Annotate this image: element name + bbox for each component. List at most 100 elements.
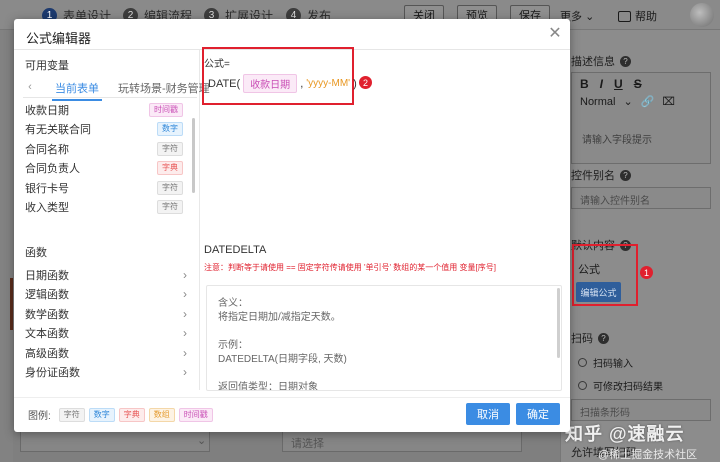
edit-formula-button[interactable]: 编辑公式 xyxy=(576,282,621,302)
variable-name: 银行卡号 xyxy=(25,182,69,195)
tab-finance-scene[interactable]: 玩转场景-财务管理 xyxy=(118,80,210,96)
link-icon[interactable]: 🔗 xyxy=(641,95,655,108)
question-icon: ? xyxy=(620,55,631,67)
editor-toolbar-row2: Normal ⌄ 🔗 ⌧ xyxy=(580,95,675,109)
option-label: 可修改扫码结果 xyxy=(593,382,663,393)
bold-button[interactable]: B xyxy=(580,77,589,91)
chevron-down-icon: ⌄ xyxy=(585,11,595,23)
variable-item[interactable]: 有无关联合同 数字 xyxy=(25,120,193,140)
function-category-label: 日期函数 xyxy=(25,269,69,282)
function-category-label: 文本函数 xyxy=(25,328,69,341)
legend-tag: 字符 xyxy=(58,407,85,422)
doc-line: 含义： xyxy=(218,298,248,309)
function-category-label: 高级函数 xyxy=(25,347,69,360)
radio-icon xyxy=(578,358,587,367)
type-tag: 字符 xyxy=(157,180,183,195)
avatar[interactable] xyxy=(690,3,714,27)
legend-label: 图例: xyxy=(28,411,51,422)
doc-line: DATEDELTA(日期字段, 天数) xyxy=(218,354,347,365)
watermark-sub: @稀土掘金技术社区 xyxy=(598,449,698,461)
type-tag: 时间戳 xyxy=(149,102,183,117)
radio-icon xyxy=(578,381,587,390)
editor-placeholder: 请输入字段提示 xyxy=(582,135,652,146)
type-tag: 数字 xyxy=(157,122,183,137)
scan-label: 扫码? xyxy=(571,330,609,346)
question-icon: ? xyxy=(620,169,631,181)
doc-warning: 注意：判断等于请使用 == 固定字符传请使用 '单引号' 数组的某一个值用 变量… xyxy=(204,263,496,272)
variable-name: 收入类型 xyxy=(25,202,69,215)
formula-field-chip[interactable]: 收款日期 xyxy=(243,74,298,93)
alias-input[interactable]: 请输入控件别名 xyxy=(571,187,711,209)
variable-name: 合同负责人 xyxy=(25,163,80,176)
formula-expression[interactable]: DATE( 收款日期 , 'yyyy-MM' ) xyxy=(208,74,357,93)
variable-name: 合同名称 xyxy=(25,143,69,156)
legend: 图例: 字符 数字 字典 数组 时间戳 xyxy=(28,407,213,422)
doc-function-name: DATEDELTA xyxy=(204,244,267,256)
formula-close: ) xyxy=(353,77,357,90)
watermark: 知乎 @速融云 xyxy=(565,424,685,444)
scan-input[interactable]: 扫描条形码 xyxy=(571,399,711,421)
scrollbar[interactable] xyxy=(192,118,195,193)
formula-function: DATE( xyxy=(208,77,241,90)
scrollbar[interactable] xyxy=(557,288,560,358)
variable-item[interactable]: 收款日期 时间戳 xyxy=(25,100,193,120)
available-vars-label: 可用变量 xyxy=(25,60,69,72)
label-text: 扫码 xyxy=(571,333,593,345)
help-label: 帮助 xyxy=(635,11,657,23)
clear-format-icon[interactable]: ⌧ xyxy=(662,95,675,108)
function-category-label: 身份证函数 xyxy=(25,367,80,380)
dialog-title: 公式编辑器 xyxy=(26,31,92,46)
label-text: 描述信息 xyxy=(571,56,615,68)
chevron-left-icon[interactable]: ‹ xyxy=(23,78,37,96)
doc-line: 将指定日期加/减指定天数。 xyxy=(218,312,341,323)
scan-input-option[interactable]: 扫码输入 xyxy=(578,355,633,370)
question-icon: ? xyxy=(598,332,609,344)
close-icon[interactable]: ✕ xyxy=(546,24,564,42)
chevron-right-icon: › xyxy=(183,365,187,380)
function-category[interactable]: 文本函数 › xyxy=(25,324,191,344)
cancel-button[interactable]: 取消 xyxy=(466,403,510,425)
scan-edit-option[interactable]: 可修改扫码结果 xyxy=(578,378,663,393)
function-list: 日期函数 › 逻辑函数 › 数学函数 › 文本函数 › 高级函数 › 身份证函数 › xyxy=(25,265,191,382)
underline-button[interactable]: U xyxy=(614,77,623,91)
doc-line: 示例： xyxy=(218,340,248,351)
desc-label: 描述信息? xyxy=(571,53,631,69)
variable-item[interactable]: 合同负责人 字典 xyxy=(25,159,193,179)
doc-box: 含义： 将指定日期加/减指定天数。 示例： DATEDELTA(日期字段, 天数… xyxy=(206,285,562,391)
help-button[interactable]: 帮助 xyxy=(618,8,657,24)
format-select[interactable]: Normal xyxy=(580,96,615,108)
chevron-right-icon: › xyxy=(183,326,187,341)
function-category[interactable]: 日期函数 › xyxy=(25,265,191,285)
editor-toolbar: B I U S xyxy=(580,77,642,91)
function-category[interactable]: 身份证函数 › xyxy=(25,363,191,383)
formula-comma: , xyxy=(300,77,304,90)
variable-name: 收款日期 xyxy=(25,104,69,117)
type-tag: 字符 xyxy=(157,200,183,215)
label-text: 控件别名 xyxy=(571,170,615,182)
chevron-down-icon: ⌄ xyxy=(197,435,207,447)
italic-button[interactable]: I xyxy=(600,77,603,91)
function-category[interactable]: 高级函数 › xyxy=(25,343,191,363)
annotation-badge: 1 xyxy=(640,266,653,279)
variable-item[interactable]: 收入类型 字符 xyxy=(25,198,193,218)
variable-item[interactable]: 银行卡号 字符 xyxy=(25,178,193,198)
formula-editor-dialog: 公式编辑器 ✕ 可用变量 ‹ 当前表单 玩转场景-财务管理 收款日期 时间戳 有无关… xyxy=(14,19,570,432)
function-category[interactable]: 逻辑函数 › xyxy=(25,285,191,305)
option-label: 扫码输入 xyxy=(593,359,633,370)
type-tag: 字符 xyxy=(157,141,183,156)
tab-current-form[interactable]: 当前表单 xyxy=(52,80,102,101)
desc-editor[interactable]: B I U S Normal ⌄ 🔗 ⌧ 请输入字段提示 xyxy=(571,72,711,164)
function-category[interactable]: 数学函数 › xyxy=(25,304,191,324)
chevron-right-icon: › xyxy=(183,345,187,360)
chevron-right-icon: › xyxy=(183,267,187,282)
select-placeholder: 请选择 xyxy=(291,438,324,450)
var-tabs: ‹ 当前表单 玩转场景-财务管理 xyxy=(23,76,210,101)
strike-button[interactable]: S xyxy=(634,77,642,91)
functions-label: 函数 xyxy=(25,247,47,259)
doc-line: 返回值类型：日期对象 xyxy=(218,382,318,391)
chevron-down-icon: ⌄ xyxy=(623,96,633,108)
variable-name: 有无关联合同 xyxy=(25,124,91,137)
function-category-label: 数学函数 xyxy=(25,308,69,321)
confirm-button[interactable]: 确定 xyxy=(516,403,560,425)
variable-item[interactable]: 合同名称 字符 xyxy=(25,139,193,159)
